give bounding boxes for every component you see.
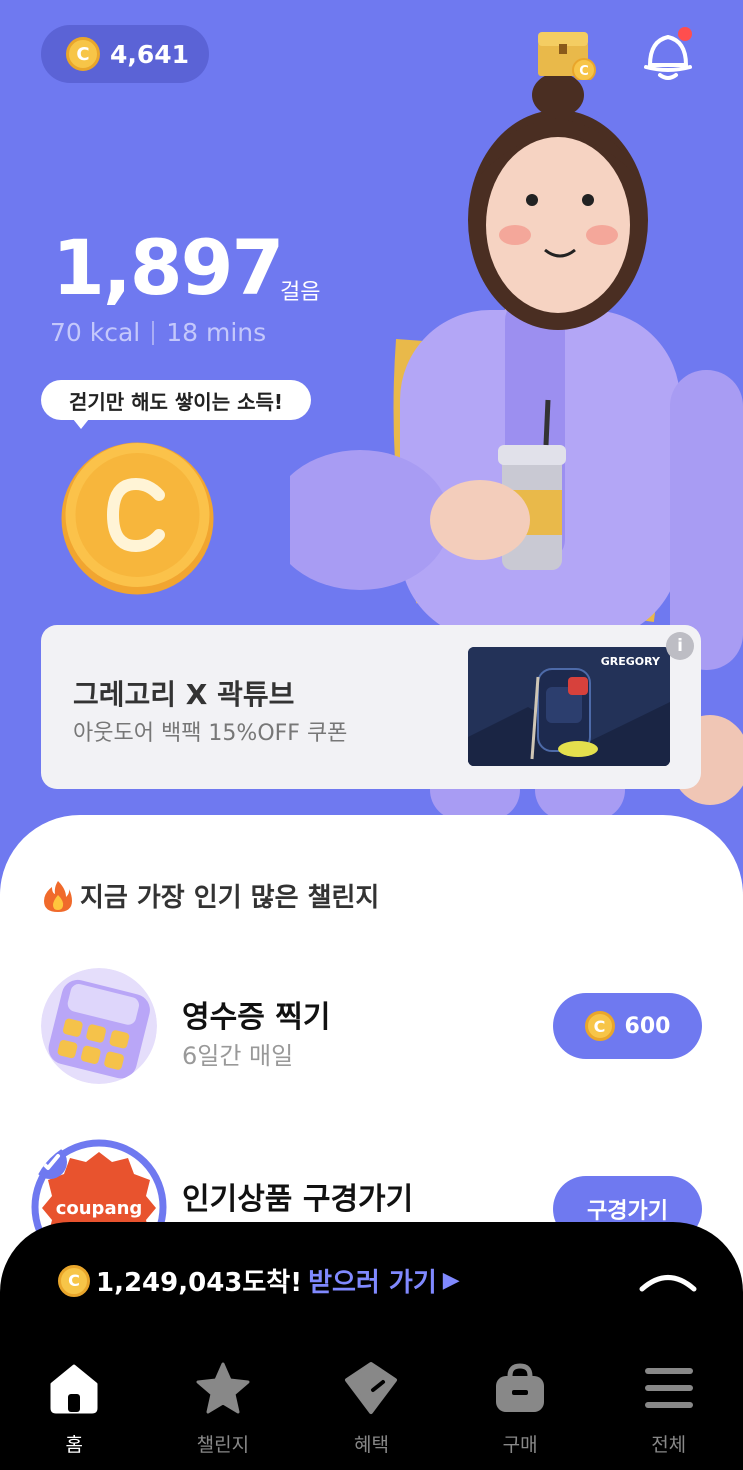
promo-banner[interactable]: C 1,249,043도착! 받으러 가기 ▶ [58, 1262, 460, 1299]
tab-label: 구매 [502, 1434, 538, 1456]
promo-amount: 1,249,043도착! [96, 1268, 303, 1298]
tab-all[interactable]: 전체 [594, 1360, 743, 1470]
challenge-reward-button[interactable]: C 600 [553, 993, 702, 1059]
stats-divider [152, 320, 155, 345]
promo-link[interactable]: 받으러 가기 [308, 1262, 437, 1299]
notification-bell-icon[interactable] [640, 25, 696, 83]
tab-label: 홈 [65, 1434, 84, 1456]
bag-icon [496, 1363, 545, 1412]
reward-value: 600 [624, 1013, 671, 1039]
tab-label: 챌린지 [196, 1434, 250, 1456]
star-icon [196, 1362, 250, 1414]
ad-subtitle: 아웃도어 백팩 15%OFF 쿠폰 [73, 721, 348, 746]
kcal-value: 70 kcal [50, 318, 141, 347]
ad-banner[interactable]: 그레고리 X 곽튜브 아웃도어 백팩 15%OFF 쿠폰 GREGORY [41, 625, 701, 789]
play-triangle-icon: ▶ [442, 1268, 460, 1293]
chevron-up-icon[interactable] [638, 1270, 698, 1292]
big-coin-button[interactable] [59, 440, 216, 597]
popular-challenges-title: 지금 가장 인기 많은 챌린지 [44, 877, 379, 914]
calculator-icon [41, 968, 157, 1084]
ad-title: 그레고리 X 곽튜브 [73, 678, 295, 711]
menu-icon [644, 1368, 693, 1408]
treasure-chest-icon[interactable]: C [534, 28, 596, 80]
step-unit: 걸음 [280, 280, 321, 305]
point-balance-value: 4,641 [110, 39, 190, 69]
challenge-name: 인기상품 구경가기 [182, 1182, 414, 1217]
speech-bubble: 걷기만 해도 쌓이는 소득! [41, 380, 311, 429]
svg-text:C: C [579, 64, 589, 79]
challenge-sub: 6일간 매일 [182, 1042, 294, 1070]
mins-value: 18 mins [166, 318, 267, 347]
ad-brand-label: GREGORY [600, 655, 660, 668]
info-icon[interactable]: i [666, 632, 694, 660]
challenge-item-receipt[interactable]: 영수증 찍기 6일간 매일 C 600 [0, 968, 743, 1088]
fire-icon [44, 880, 72, 912]
tab-home[interactable]: 홈 [0, 1360, 149, 1470]
tab-challenge[interactable]: 챌린지 [149, 1360, 298, 1470]
svg-text:coupang: coupang [56, 1198, 143, 1219]
point-balance-pill[interactable]: C 4,641 [41, 25, 209, 83]
ad-backpack-image: GREGORY [468, 647, 670, 766]
step-count: 1,897 [52, 223, 284, 312]
section-title-text: 지금 가장 인기 많은 챌린지 [80, 883, 380, 913]
tab-purchase[interactable]: 구매 [446, 1360, 595, 1470]
challenge-name: 영수증 찍기 [182, 1000, 331, 1035]
tab-label: 혜택 [354, 1434, 389, 1456]
coin-icon: C [66, 37, 100, 71]
tag-icon [345, 1362, 398, 1414]
bottom-tab-bar: 홈 챌린지 혜택 구매 전체 [0, 1360, 743, 1470]
coin-icon: C [584, 1011, 615, 1041]
home-icon [50, 1364, 98, 1414]
tab-benefit[interactable]: 혜택 [297, 1360, 446, 1470]
tab-label: 전체 [651, 1434, 687, 1456]
step-stats: 70 kcal 18 mins [50, 318, 266, 347]
coin-icon: C [58, 1264, 90, 1297]
